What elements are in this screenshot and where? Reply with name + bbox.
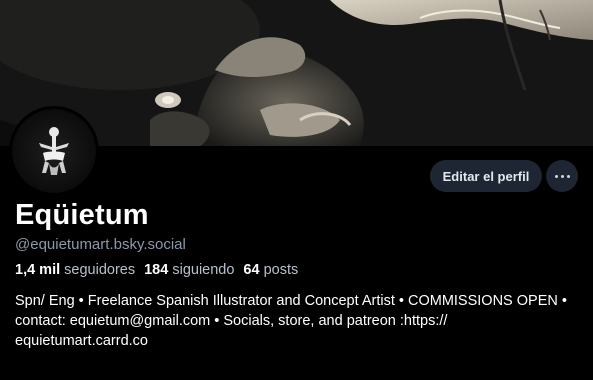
posts-label: posts — [263, 262, 299, 278]
followers-count: 1,4 mil — [15, 262, 61, 278]
profile-bio: Spn/ Eng • Freelance Spanish Illustrator… — [15, 293, 567, 349]
profile-handle: @equietumart.bsky.social — [15, 236, 186, 253]
following-label: siguiendo — [172, 262, 235, 278]
following-link[interactable]: 184 siguiendo — [144, 262, 243, 278]
followers-link[interactable]: 1,4 mil seguidores — [15, 262, 144, 278]
following-count: 184 — [144, 262, 169, 278]
edit-profile-button[interactable]: Editar el perfil — [430, 160, 542, 192]
display-name: Eqüietum — [15, 199, 149, 231]
followers-label: seguidores — [64, 262, 136, 278]
posts-count: 64 — [243, 262, 260, 278]
avatar[interactable] — [9, 106, 99, 196]
avatar-image — [12, 109, 96, 193]
profile-stats: 1,4 mil seguidores 184 siguiendo 64 posts — [15, 262, 307, 278]
avatar-figure-icon — [39, 127, 69, 175]
ellipsis-icon — [553, 174, 571, 178]
posts-stat: 64 posts — [243, 262, 307, 278]
more-options-button[interactable] — [546, 160, 578, 192]
